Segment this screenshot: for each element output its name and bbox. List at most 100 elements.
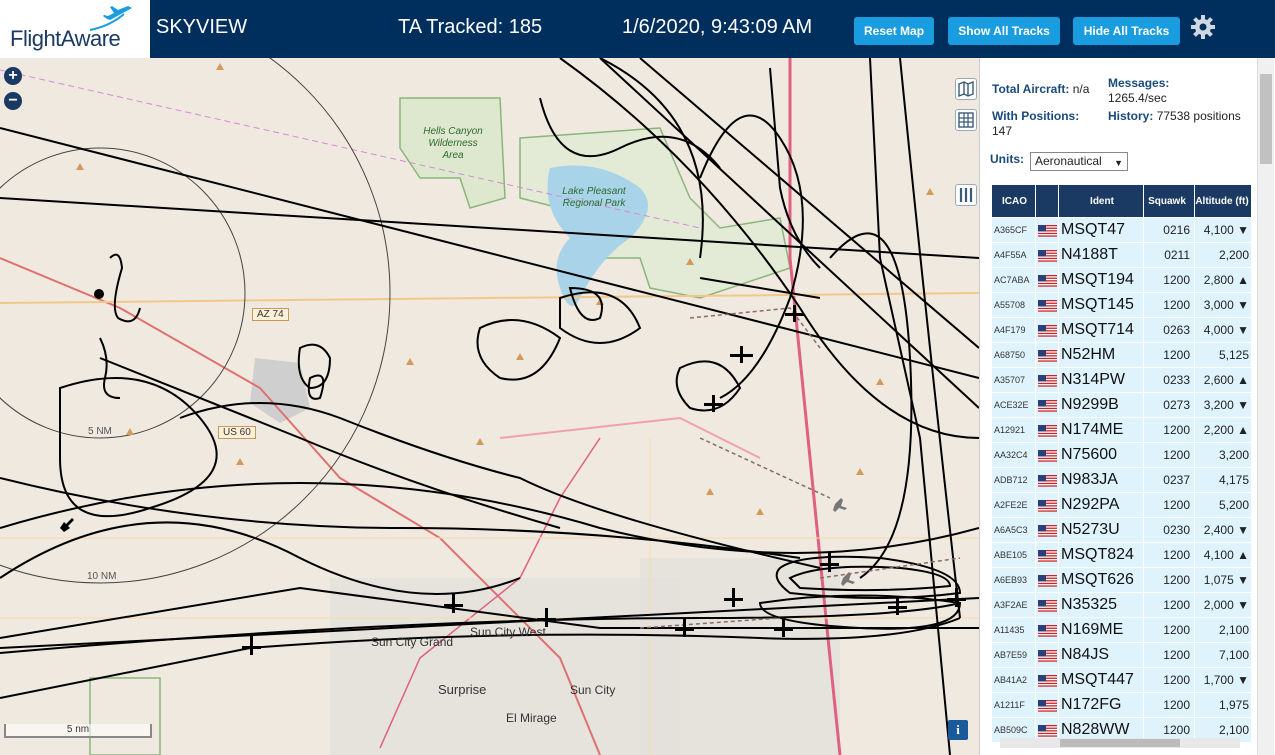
- us-flag-icon: [1037, 274, 1057, 287]
- altitude-cell: 2,600 ▲: [1195, 368, 1251, 392]
- table-row[interactable]: ACE32E N9299B 0273 3,200 ▼: [992, 393, 1251, 417]
- logo-text: FlightAware: [10, 26, 121, 51]
- ident-cell: N4188T: [1059, 243, 1143, 267]
- flag-column-header[interactable]: [1036, 185, 1058, 217]
- altitude-column-header[interactable]: Altitude (ft): [1195, 185, 1251, 217]
- country-flag-cell: [1036, 218, 1058, 242]
- total-aircraft-label: Total Aircraft:: [992, 82, 1070, 96]
- country-flag-cell: [1036, 243, 1058, 267]
- table-row[interactable]: A1211F N172FG 1200 1,975: [992, 693, 1251, 717]
- zoom-out-button[interactable]: −: [4, 92, 22, 110]
- range-5nm-label: 5 NM: [88, 426, 112, 437]
- squawk-column-header[interactable]: Squawk: [1144, 185, 1194, 217]
- us-flag-icon: [1037, 649, 1057, 662]
- hells-canyon-label: Hells Canyon Wilderness Area: [423, 126, 483, 161]
- table-row[interactable]: A3F2AE N35325 1200 2,000 ▼: [992, 593, 1251, 617]
- table-row[interactable]: AB41A2 MSQT447 1200 1,700 ▼: [992, 668, 1251, 692]
- altitude-cell: 3,000 ▼: [1195, 293, 1251, 317]
- us-flag-icon: [1037, 374, 1057, 387]
- columns-icon: [959, 188, 973, 202]
- ident-cell: N174ME: [1059, 418, 1143, 442]
- country-flag-cell: [1036, 568, 1058, 592]
- table-row[interactable]: ABE105 MSQT824 1200 4,100 ▲: [992, 543, 1251, 567]
- squawk-cell: 0237: [1144, 468, 1194, 492]
- table-row[interactable]: A2FE2E N292PA 1200 5,200: [992, 493, 1251, 517]
- table-row[interactable]: A365CF MSQT47 0216 4,100 ▼: [992, 218, 1251, 242]
- country-flag-cell: [1036, 518, 1058, 542]
- squawk-cell: 1200: [1144, 693, 1194, 717]
- country-flag-cell: [1036, 318, 1058, 342]
- us-flag-icon: [1037, 349, 1057, 362]
- ident-column-header[interactable]: Ident: [1059, 185, 1143, 217]
- grid-toggle-button[interactable]: [955, 109, 977, 131]
- ident-cell: N75600: [1059, 443, 1143, 467]
- squawk-cell: 1200: [1144, 543, 1194, 567]
- road-az74: [0, 292, 979, 304]
- squawk-cell: 0216: [1144, 218, 1194, 242]
- country-flag-cell: [1036, 443, 1058, 467]
- zoom-in-button[interactable]: +: [4, 67, 22, 85]
- units-select[interactable]: Aeronautical: [1030, 152, 1128, 172]
- altitude-cell: 2,100: [1195, 618, 1251, 642]
- table-row[interactable]: AB7E59 N84JS 1200 7,100: [992, 643, 1251, 667]
- skyview-app: FlightAware SKYVIEW TA Tracked: 185 1/6/…: [0, 0, 1275, 755]
- icao-cell: ACE32E: [992, 393, 1035, 417]
- table-row[interactable]: A12921 N174ME 1200 2,200 ▲: [992, 418, 1251, 442]
- info-button[interactable]: i: [948, 720, 968, 740]
- icao-cell: A2FE2E: [992, 493, 1035, 517]
- reset-map-button[interactable]: Reset Map: [854, 17, 934, 45]
- squawk-cell: 0263: [1144, 318, 1194, 342]
- table-row[interactable]: A35707 N314PW 0233 2,600 ▲: [992, 368, 1251, 392]
- sidebar-scrollbar-thumb[interactable]: [1260, 74, 1272, 164]
- road-loop303: [499, 416, 761, 459]
- icao-cell: AB7E59: [992, 643, 1035, 667]
- us-flag-icon: [1037, 474, 1057, 487]
- table-row[interactable]: A55708 MSQT145 1200 3,000 ▼: [992, 293, 1251, 317]
- table-row[interactable]: AC7ABA MSQT194 1200 2,800 ▲: [992, 268, 1251, 292]
- map-view[interactable]: + − Hells Canyon Wilderness Area Lake Pl…: [0, 58, 979, 755]
- ident-cell: N172FG: [1059, 693, 1143, 717]
- icao-column-header[interactable]: ICAO: [992, 185, 1035, 217]
- squawk-cell: 1200: [1144, 493, 1194, 517]
- table-row[interactable]: A68750 N52HM 1200 5,125: [992, 343, 1251, 367]
- table-row[interactable]: A4F179 MSQT714 0263 4,000 ▼: [992, 318, 1251, 342]
- table-row[interactable]: AA32C4 N75600 1200 3,200: [992, 443, 1251, 467]
- icao-cell: AB41A2: [992, 668, 1035, 692]
- table-horizontal-scrollbar[interactable]: [1000, 738, 1240, 748]
- ident-cell: MSQT824: [1059, 543, 1143, 567]
- us-flag-icon: [1037, 574, 1057, 587]
- squawk-cell: 1200: [1144, 618, 1194, 642]
- hide-all-tracks-button[interactable]: Hide All Tracks: [1073, 17, 1180, 45]
- grid-icon: [958, 112, 974, 128]
- horizontal-scrollbar-thumb[interactable]: [1060, 739, 1180, 747]
- us-flag-icon: [1037, 549, 1057, 562]
- us-flag-icon: [1037, 499, 1057, 512]
- map-layers-button[interactable]: [955, 78, 977, 100]
- table-row[interactable]: A6EB93 MSQT626 1200 1,075 ▼: [992, 568, 1251, 592]
- squawk-cell: 0273: [1144, 393, 1194, 417]
- columns-toggle-button[interactable]: [955, 184, 977, 206]
- us-flag-icon: [1037, 599, 1057, 612]
- us-flag-icon: [1037, 449, 1057, 462]
- us-flag-icon: [1037, 624, 1057, 637]
- urban-area-east: [640, 558, 840, 755]
- country-flag-cell: [1036, 293, 1058, 317]
- show-all-tracks-button[interactable]: Show All Tracks: [948, 17, 1060, 45]
- altitude-cell: 2,800 ▲: [1195, 268, 1251, 292]
- us-flag-icon: [1037, 299, 1057, 312]
- squawk-cell: 0230: [1144, 518, 1194, 542]
- with-positions-stat: With Positions: 147: [992, 109, 1102, 139]
- map-canvas[interactable]: [0, 58, 979, 755]
- ident-cell: N292PA: [1059, 493, 1143, 517]
- table-row[interactable]: A4F55A N4188T 0211 2,200: [992, 243, 1251, 267]
- country-flag-cell: [1036, 593, 1058, 617]
- table-row[interactable]: A6A5C3 N5273U 0230 2,400 ▼: [992, 518, 1251, 542]
- table-row[interactable]: ADB712 N983JA 0237 4,175: [992, 468, 1251, 492]
- gear-icon[interactable]: [1190, 14, 1216, 40]
- sidebar-scrollbar[interactable]: [1257, 58, 1274, 755]
- ident-cell: N84JS: [1059, 643, 1143, 667]
- table-row[interactable]: A11435 N169ME 1200 2,100: [992, 618, 1251, 642]
- range-ring-10nm: [0, 58, 391, 584]
- flightaware-logo[interactable]: FlightAware: [0, 0, 150, 58]
- us-flag-icon: [1037, 399, 1057, 412]
